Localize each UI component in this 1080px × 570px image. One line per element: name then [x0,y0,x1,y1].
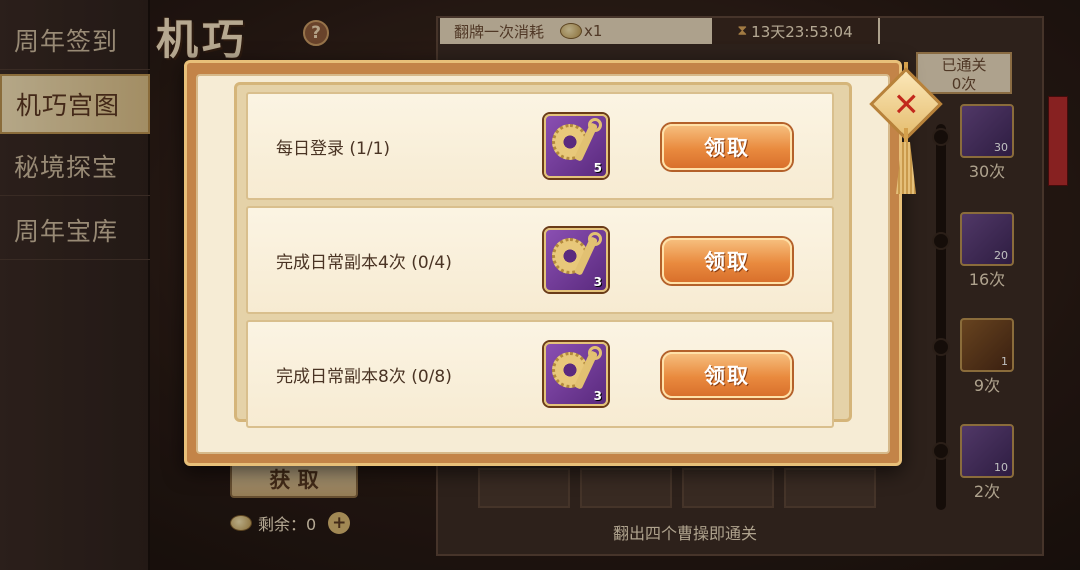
task-title: 每日登录 (1/1) [276,139,391,159]
task-title: 完成日常副本4次 (0/4) [276,253,452,273]
claim-button[interactable]: 领取 [662,238,792,284]
task-title: 完成日常副本8次 (0/8) [276,367,452,387]
claim-button[interactable]: 领取 [662,124,792,170]
reward-item-icon[interactable]: 3 [544,342,608,406]
claim-button[interactable]: 领取 [662,352,792,398]
task-row: 完成日常副本4次 (0/4) 3 领取 [246,206,834,314]
reward-count: 5 [593,161,602,175]
reward-count: 3 [593,275,602,289]
task-row: 完成日常副本8次 (0/8) 3 领取 [246,320,834,428]
tassel-cord [904,128,908,144]
close-icon: ✕ [892,85,920,123]
reward-item-icon[interactable]: 3 [544,228,608,292]
task-row: 每日登录 (1/1) 5 领取 [246,92,834,200]
reward-item-icon[interactable]: 5 [544,114,608,178]
reward-count: 3 [593,389,602,403]
